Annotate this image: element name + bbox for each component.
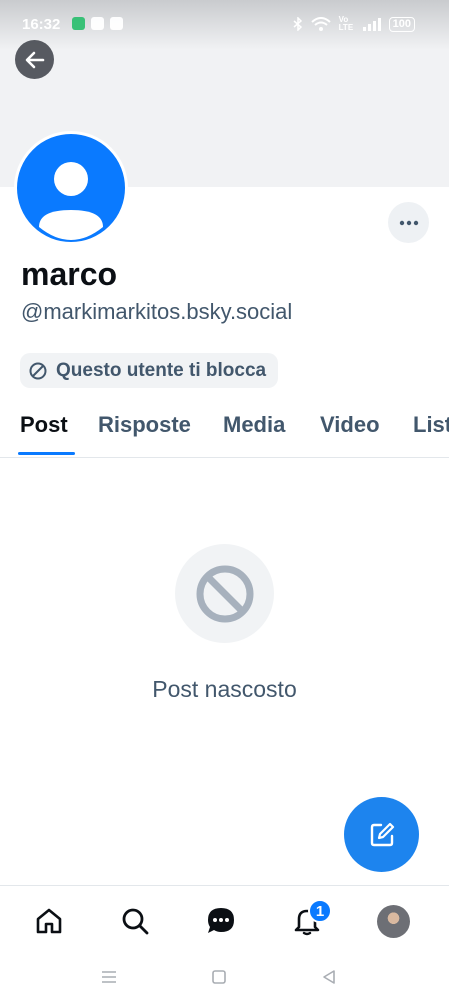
compose-button[interactable] [344, 797, 419, 872]
blocked-notice-label: Questo utente ti blocca [56, 359, 267, 381]
nav-search[interactable] [118, 904, 152, 938]
more-options-button[interactable] [388, 202, 429, 243]
hidden-posts-label: Post nascosto [152, 676, 297, 702]
default-avatar-icon [39, 162, 103, 240]
app-notification-icon [110, 17, 123, 30]
triangle-back-icon [323, 970, 335, 984]
status-right: Vo LTE 100 [293, 16, 415, 32]
profile-handle: @markimarkitos.bsky.social [21, 299, 293, 324]
tab-post[interactable]: Post [20, 412, 68, 438]
back-system-button[interactable] [317, 965, 341, 989]
status-bar: 16:32 Vo LTE 100 [0, 0, 449, 50]
active-tab-indicator [18, 452, 75, 455]
notification-count-badge: 1 [308, 899, 332, 923]
display-name: marco [21, 256, 118, 292]
tab-media[interactable]: Media [223, 412, 285, 438]
blocked-icon [196, 565, 253, 622]
chat-icon [208, 908, 234, 933]
search-icon [122, 908, 149, 935]
tab-liste[interactable]: Liste [413, 412, 449, 438]
compose-icon [370, 822, 394, 846]
hidden-posts-icon-container [175, 544, 274, 643]
nav-home[interactable] [32, 904, 66, 938]
bottom-navigation: 1 [0, 885, 449, 955]
notification-icons [72, 17, 123, 30]
status-time: 16:32 [22, 16, 61, 33]
square-icon [212, 970, 226, 984]
ellipsis-icon [399, 220, 418, 225]
back-button[interactable] [15, 40, 54, 79]
recent-apps-button[interactable] [97, 965, 121, 989]
menu-icon [102, 971, 116, 983]
arrow-left-icon [25, 51, 44, 68]
nav-profile-avatar[interactable] [377, 905, 410, 938]
home-icon [36, 908, 62, 934]
home-system-button[interactable] [207, 965, 231, 989]
profile-tabs: Post Risposte Media Video Liste [0, 398, 449, 458]
system-navigation-bar [0, 955, 449, 1000]
profile-avatar[interactable] [14, 131, 128, 245]
nav-chat[interactable] [204, 904, 238, 938]
app-notification-icon [72, 17, 85, 30]
app-notification-icon [91, 17, 104, 30]
bluetooth-icon [293, 17, 302, 31]
tab-risposte[interactable]: Risposte [98, 412, 191, 438]
blocked-icon [29, 362, 47, 379]
signal-icon [362, 17, 381, 31]
wifi-icon [310, 17, 331, 31]
network-label: Vo LTE [338, 15, 354, 32]
tab-video[interactable]: Video [320, 412, 380, 438]
blocked-notice-badge[interactable]: Questo utente ti blocca [20, 353, 279, 388]
battery-indicator: 100 [388, 16, 415, 32]
